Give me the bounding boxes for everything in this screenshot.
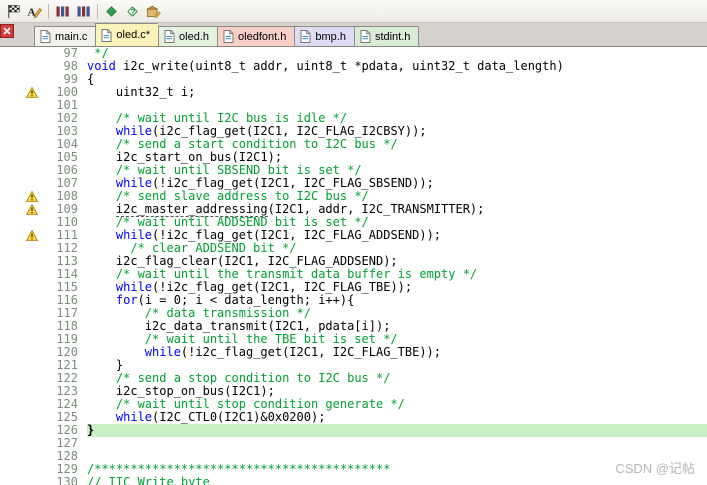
gutter-cell [0,268,44,281]
gutter-cell [0,164,44,177]
gutter-cell [0,281,44,294]
system-components-icon[interactable] [73,2,94,21]
tab-stdint-h[interactable]: stdint.h [353,26,420,46]
tab-label: main.c [55,30,88,43]
code-line-127[interactable]: 127 [0,437,707,450]
code-text: // IIC Write byte [87,475,210,485]
close-icon [3,27,11,35]
watermark: CSDN @记帖 [615,461,695,476]
gutter-cell [0,307,44,320]
pack-installer-icon[interactable] [101,2,122,21]
flash-download-icon[interactable] [52,2,73,21]
gutter-cell [0,86,44,99]
gutter-cell [0,138,44,151]
tab-oled-h[interactable]: oled.h [158,26,218,46]
gutter-cell [0,320,44,333]
gutter-cell [0,476,44,485]
gutter-cell [0,450,44,463]
file-icon [164,30,175,43]
gutter-cell [0,398,44,411]
tab-label: oled.c* [116,29,151,41]
gutter-cell [0,99,44,112]
tab-label: stdint.h [374,30,411,43]
gutter-cell [0,463,44,476]
edit-config-icon[interactable]: A [24,2,45,21]
gutter-cell [0,372,44,385]
code-editor[interactable]: 97 */98 void i2c_write(uint8_t addr, uint… [0,47,707,485]
gutter-cell [0,112,44,125]
manage-rte-icon[interactable] [143,2,164,21]
file-icon [360,30,371,43]
tab-oled-c[interactable]: oled.c* [95,23,159,46]
gutter-cell [0,346,44,359]
warning-icon [26,230,38,241]
gutter-cell [0,151,44,164]
code-text: } [87,424,707,437]
toolbar-separator [48,3,49,19]
pack-help-icon[interactable]: ? [122,2,143,21]
ide-window: A ? main.c oled.c* oled.h oledfont.h bmp… [0,0,707,485]
file-icon [40,30,51,43]
gutter-cell [0,424,44,437]
code-line-126[interactable]: 126} [0,424,707,437]
line-number: 130 [56,475,78,485]
gutter-cell [0,216,44,229]
gutter-cell [0,125,44,138]
code-text: uint32_t i; [87,85,196,99]
warning-icon [26,87,38,98]
tab-oledfont-h[interactable]: oledfont.h [217,26,295,46]
warning-icon [26,191,38,202]
tab-label: oledfont.h [238,30,287,43]
gutter-cell [0,359,44,372]
file-icon [300,30,311,43]
gutter-cell [0,411,44,424]
gutter-cell [0,47,44,60]
code-text: while(!i2c_flag_get(I2C1, I2C_FLAG_TBE))… [144,345,442,359]
svg-text:?: ? [131,7,136,16]
tab-label: bmp.h [315,30,346,43]
code-line-98[interactable]: 98 void i2c_write(uint8_t addr, uint8_t *… [0,60,707,73]
file-icon [101,28,112,42]
code-lines: 97 */98 void i2c_write(uint8_t addr, uint… [0,47,707,485]
toolbar: A ? [0,0,707,23]
toolbar-separator [97,3,98,19]
warning-icon [26,204,38,215]
code-line-125[interactable]: 125 while(I2C_CTL0(I2C1)&0x0200); [0,411,707,424]
gutter-cell [0,242,44,255]
code-line-130[interactable]: 130 // IIC Write byte [0,476,707,485]
gutter-cell [0,437,44,450]
tab-main-c[interactable]: main.c [34,26,96,46]
code-text: void i2c_write(uint8_t addr, uint8_t *pd… [87,59,564,73]
code-line-100[interactable]: 100 uint32_t i; [0,86,707,99]
document-tabs: main.c oled.c* oled.h oledfont.h bmp.h stdint… [34,23,420,46]
close-pane-button[interactable] [0,24,14,38]
flag-icon[interactable] [3,2,24,21]
tab-bar: main.c oled.c* oled.h oledfont.h bmp.h stdint… [0,23,707,47]
gutter-cell [0,73,44,86]
gutter-cell [0,190,44,203]
gutter-cell [0,60,44,73]
gutter-cell [0,385,44,398]
gutter-cell [0,203,44,216]
gutter-cell [0,255,44,268]
gutter-cell [0,229,44,242]
gutter-cell [0,177,44,190]
tab-label: oled.h [179,30,210,43]
tab-bmp-h[interactable]: bmp.h [294,26,354,46]
code-text: while(I2C_CTL0(I2C1)&0x0200); [115,410,326,424]
gutter-cell [0,333,44,346]
gutter-cell [0,294,44,307]
file-icon [223,30,234,43]
